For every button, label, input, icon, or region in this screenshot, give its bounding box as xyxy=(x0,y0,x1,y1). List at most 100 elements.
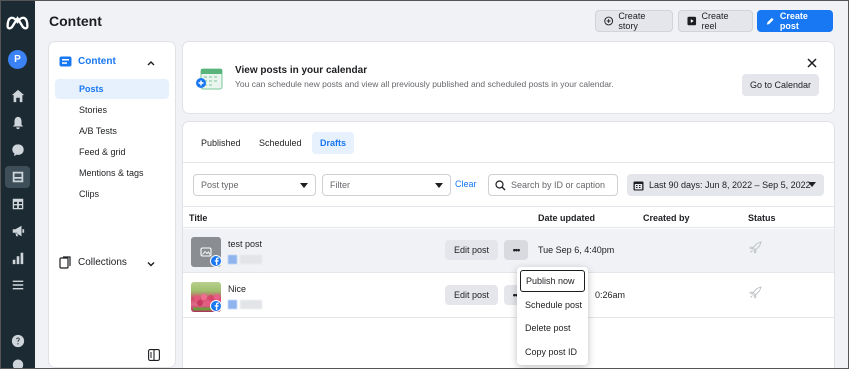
column-title[interactable]: Title xyxy=(189,213,207,223)
calendar-icon xyxy=(633,181,644,190)
tab-divider xyxy=(183,162,834,163)
close-icon[interactable] xyxy=(806,57,818,69)
create-reel-label: Create reel xyxy=(701,11,729,31)
column-status[interactable]: Status xyxy=(748,213,776,223)
post-type-label: Post type xyxy=(201,180,239,190)
create-post-button[interactable]: Create post xyxy=(757,10,833,32)
table-header: Title Date updated Created by Status xyxy=(183,206,834,228)
caret-down-icon xyxy=(435,183,443,188)
create-post-label: Create post xyxy=(779,11,808,31)
nav-item-label: A/B Tests xyxy=(79,126,117,136)
rail-inbox[interactable] xyxy=(5,139,30,161)
plus-circle-icon xyxy=(604,16,614,26)
content-nav: Content Posts Stories A/B Tests Feed & g… xyxy=(49,42,175,367)
post-type-select[interactable]: Post type xyxy=(193,174,316,196)
filter-label: Filter xyxy=(330,180,350,190)
calendar-banner: View posts in your calendar You can sche… xyxy=(183,42,834,113)
page-title: Content xyxy=(49,13,102,29)
date-range-button[interactable]: Last 90 days: Jun 8, 2022 – Sep 5, 2022 xyxy=(627,174,824,196)
copy-post-id-item[interactable]: Copy post ID xyxy=(517,341,588,363)
table-row[interactable]: test post Edit post ••• Tue Sep 6, 4:40p… xyxy=(183,229,834,273)
reel-icon xyxy=(687,16,697,26)
home-icon xyxy=(11,89,24,103)
nav-item-ab-tests[interactable]: A/B Tests xyxy=(55,121,169,141)
nav-item-label: Clips xyxy=(79,189,100,199)
nav-item-label: Stories xyxy=(79,105,108,115)
rail-planner[interactable] xyxy=(5,193,30,215)
facebook-icon xyxy=(210,255,222,267)
nav-item-label: Posts xyxy=(79,84,104,94)
caret-down-icon xyxy=(300,183,308,188)
rail-ads[interactable] xyxy=(5,220,30,242)
account-avatar[interactable]: P xyxy=(8,50,27,69)
post-actions-menu: Publish now Schedule post Delete post Co… xyxy=(517,267,588,365)
publish-now-item[interactable]: Publish now xyxy=(520,270,585,292)
redacted-page-info xyxy=(228,254,263,265)
date-updated: Tue Sep 6, 4:40pm xyxy=(538,245,615,255)
schedule-post-item[interactable]: Schedule post xyxy=(517,294,588,316)
nav-item-label: Mentions & tags xyxy=(79,168,144,178)
chat-icon xyxy=(11,144,24,157)
date-updated: 0:26am xyxy=(595,290,626,300)
insights-icon xyxy=(12,252,23,265)
table-row[interactable]: Nice Edit post ••• 0:26am xyxy=(183,274,834,318)
post-title[interactable]: Nice xyxy=(228,284,246,294)
avatar-letter: P xyxy=(14,54,21,65)
meta-logo-icon[interactable] xyxy=(4,12,31,30)
nav-section-label: Content xyxy=(78,56,116,67)
nav-item-feed-grid[interactable]: Feed & grid xyxy=(55,142,169,162)
megaphone-icon xyxy=(12,225,24,237)
nav-section-content[interactable]: Content xyxy=(59,56,116,67)
chevron-up-icon[interactable] xyxy=(147,59,155,67)
delete-post-item[interactable]: Delete post xyxy=(517,317,588,339)
tab-scheduled[interactable]: Scheduled xyxy=(251,132,310,154)
facebook-icon xyxy=(210,300,222,312)
news-icon xyxy=(12,359,23,369)
menu-icon xyxy=(12,280,23,290)
posts-list-card: Published Scheduled Drafts Post type Fil… xyxy=(183,122,834,369)
bell-icon xyxy=(12,116,23,130)
go-to-calendar-button[interactable]: Go to Calendar xyxy=(742,74,819,96)
more-options-button[interactable]: ••• xyxy=(504,240,528,260)
collapse-panel-icon[interactable] xyxy=(148,349,160,361)
nav-item-label: Feed & grid xyxy=(79,147,126,157)
date-range-label: Last 90 days: Jun 8, 2022 – Sep 5, 2022 xyxy=(649,180,811,190)
rail-notifications[interactable] xyxy=(5,112,30,134)
calendar-grid-icon xyxy=(12,198,23,210)
content-icon xyxy=(12,171,23,183)
search-input[interactable] xyxy=(511,180,611,190)
search-icon xyxy=(495,179,506,190)
left-rail: P xyxy=(0,0,35,369)
column-date-updated[interactable]: Date updated xyxy=(538,213,595,223)
edit-post-button[interactable]: Edit post xyxy=(445,240,498,260)
rail-bottom-item[interactable] xyxy=(5,352,30,369)
tab-drafts[interactable]: Drafts xyxy=(312,132,355,154)
banner-title: View posts in your calendar xyxy=(235,65,368,76)
redacted-page-info xyxy=(228,299,263,310)
collections-label: Collections xyxy=(78,257,127,268)
rail-insights[interactable] xyxy=(5,247,30,269)
rail-content[interactable] xyxy=(5,166,30,188)
tab-published[interactable]: Published xyxy=(193,132,249,154)
clear-filters-link[interactable]: Clear xyxy=(455,179,477,189)
filter-select[interactable]: Filter xyxy=(322,174,451,196)
nav-item-clips[interactable]: Clips xyxy=(55,184,169,204)
column-created-by[interactable]: Created by xyxy=(643,213,690,223)
chevron-down-icon[interactable] xyxy=(147,260,155,268)
rail-all-tools[interactable] xyxy=(5,274,30,296)
collections-icon xyxy=(59,256,71,269)
nav-item-mentions-tags[interactable]: Mentions & tags xyxy=(55,163,169,183)
create-story-button[interactable]: Create story xyxy=(595,10,673,32)
edit-post-button[interactable]: Edit post xyxy=(445,285,498,305)
rail-help[interactable] xyxy=(5,330,30,352)
create-reel-button[interactable]: Create reel xyxy=(678,10,753,32)
rail-home[interactable] xyxy=(5,85,30,107)
post-title[interactable]: test post xyxy=(228,239,262,249)
nav-item-posts[interactable]: Posts xyxy=(55,79,169,99)
calendar-illustration-icon xyxy=(196,68,223,90)
help-icon xyxy=(11,334,24,348)
search-box[interactable] xyxy=(488,174,618,196)
nav-item-stories[interactable]: Stories xyxy=(55,100,169,120)
create-story-label: Create story xyxy=(618,11,646,31)
nav-section-collections[interactable]: Collections xyxy=(59,256,127,269)
